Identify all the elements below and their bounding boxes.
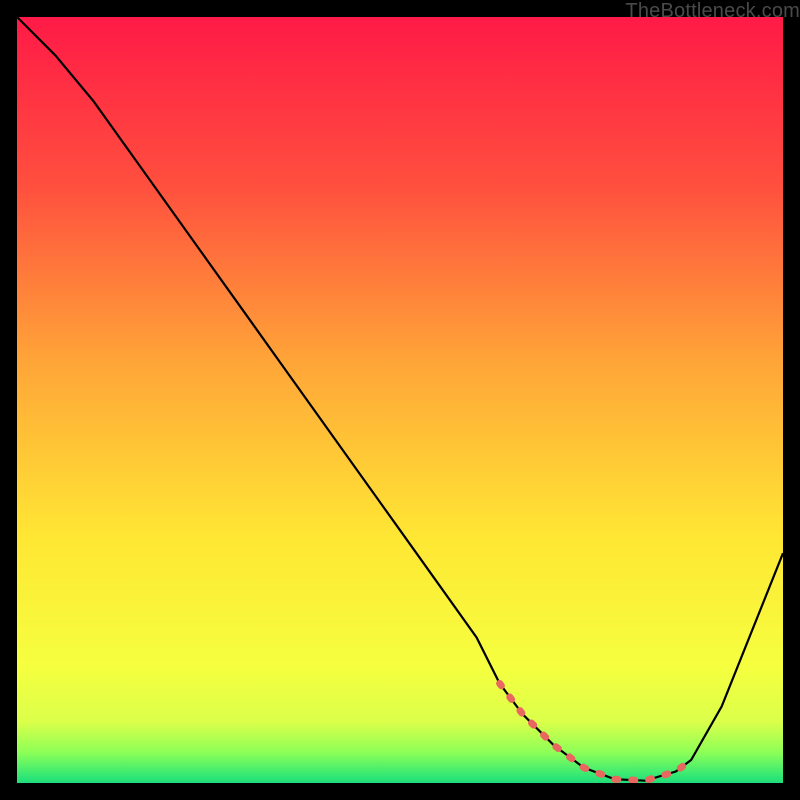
chart-canvas xyxy=(17,17,783,783)
watermark-text: TheBottleneck.com xyxy=(625,0,800,23)
chart-frame xyxy=(17,17,783,783)
gradient-background xyxy=(17,17,783,783)
